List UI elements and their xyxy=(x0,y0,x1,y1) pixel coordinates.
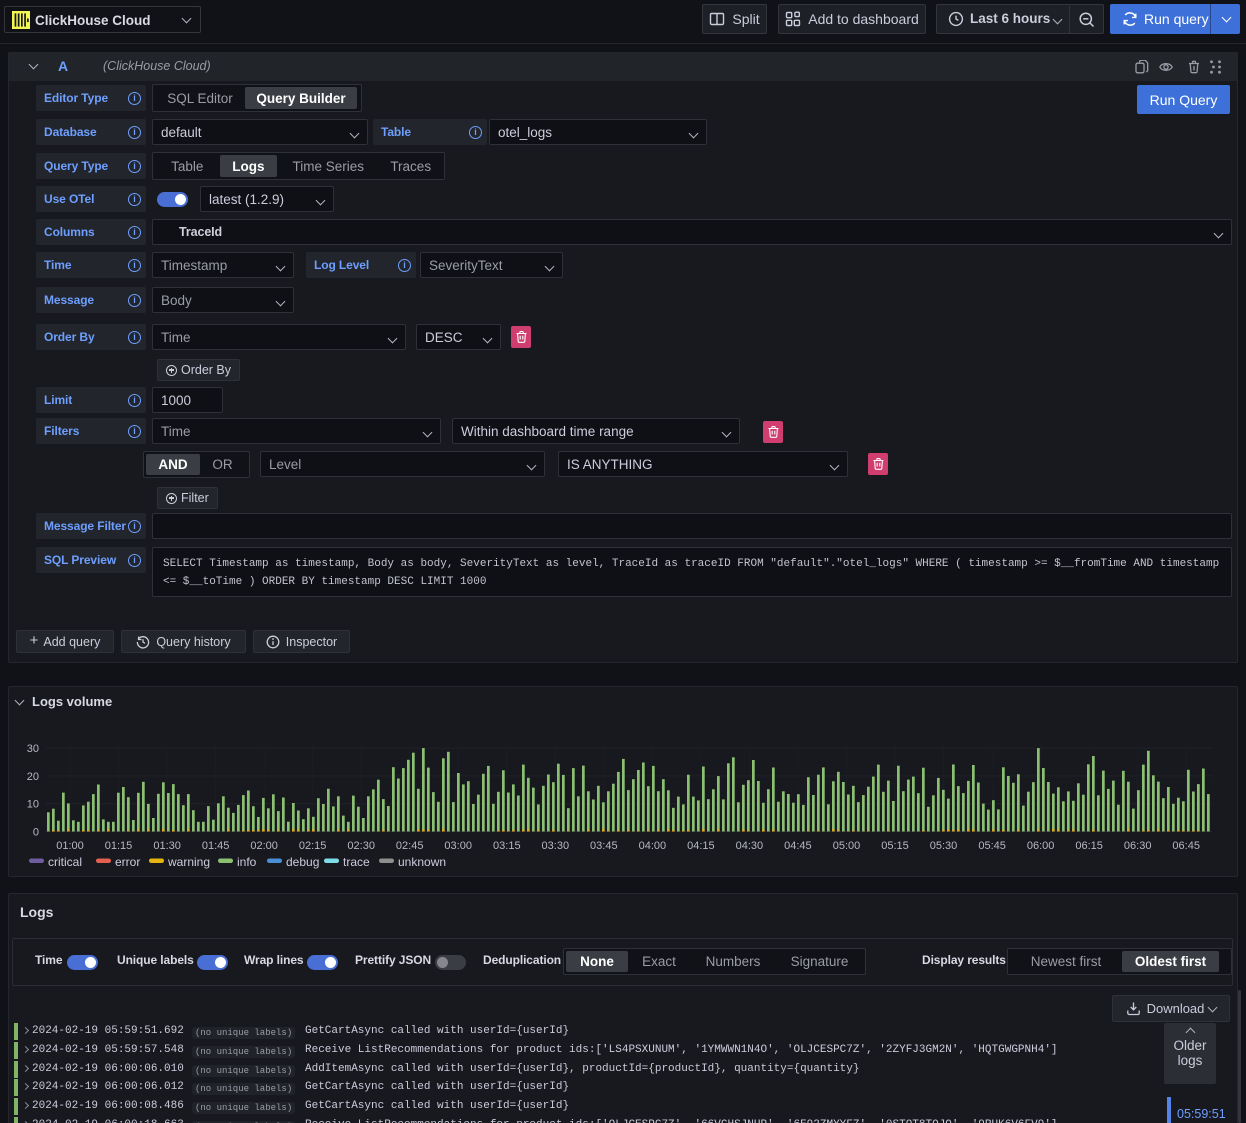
svg-text:06:45: 06:45 xyxy=(1172,840,1200,852)
svg-text:04:45: 04:45 xyxy=(784,840,812,852)
svg-text:05:45: 05:45 xyxy=(978,840,1006,852)
svg-text:02:00: 02:00 xyxy=(250,840,278,852)
svg-text:trace: trace xyxy=(343,855,370,869)
svg-text:04:15: 04:15 xyxy=(687,840,715,852)
svg-text:06:00: 06:00 xyxy=(1027,840,1055,852)
svg-text:06:30: 06:30 xyxy=(1124,840,1152,852)
svg-text:01:30: 01:30 xyxy=(153,840,181,852)
svg-text:02:30: 02:30 xyxy=(347,840,375,852)
svg-text:error: error xyxy=(115,855,140,869)
svg-text:critical: critical xyxy=(48,855,82,869)
svg-text:03:45: 03:45 xyxy=(590,840,618,852)
svg-text:01:00: 01:00 xyxy=(56,840,84,852)
svg-text:06:15: 06:15 xyxy=(1075,840,1103,852)
svg-text:30: 30 xyxy=(27,743,39,755)
svg-text:03:30: 03:30 xyxy=(542,840,570,852)
svg-text:03:00: 03:00 xyxy=(444,840,472,852)
svg-text:0: 0 xyxy=(33,827,39,839)
svg-text:warning: warning xyxy=(167,855,210,869)
svg-text:02:45: 02:45 xyxy=(396,840,424,852)
svg-text:04:00: 04:00 xyxy=(639,840,667,852)
svg-text:02:15: 02:15 xyxy=(299,840,327,852)
svg-text:03:15: 03:15 xyxy=(493,840,521,852)
svg-text:debug: debug xyxy=(286,855,319,869)
svg-text:01:45: 01:45 xyxy=(202,840,230,852)
svg-text:10: 10 xyxy=(27,799,39,811)
svg-text:unknown: unknown xyxy=(398,855,446,869)
svg-text:info: info xyxy=(237,855,257,869)
svg-text:04:30: 04:30 xyxy=(736,840,764,852)
svg-text:05:30: 05:30 xyxy=(930,840,958,852)
svg-text:20: 20 xyxy=(27,771,39,783)
svg-text:05:00: 05:00 xyxy=(833,840,861,852)
svg-text:01:15: 01:15 xyxy=(105,840,133,852)
svg-text:05:15: 05:15 xyxy=(881,840,909,852)
